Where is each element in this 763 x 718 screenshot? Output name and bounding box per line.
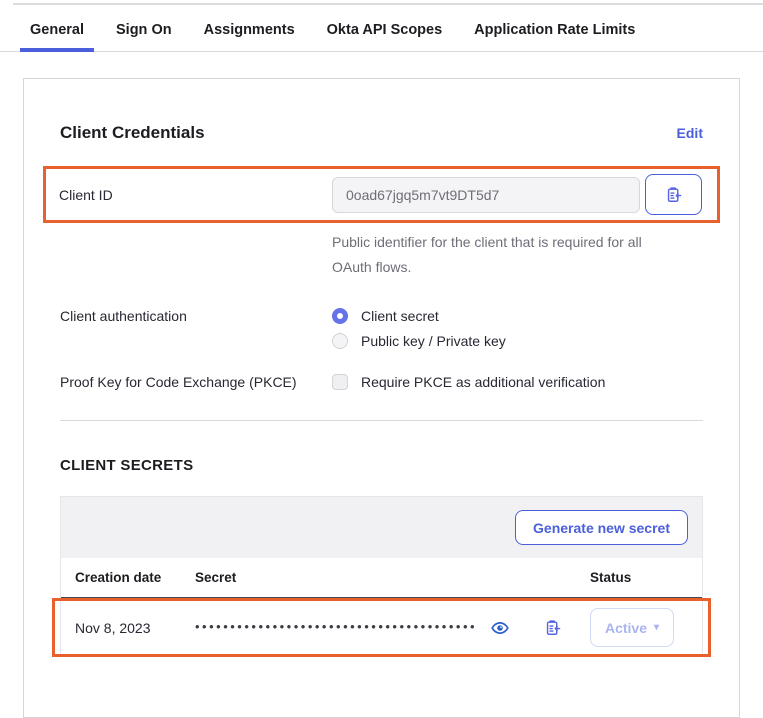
highlight-box-secret-row: Nov 8, 2023 ••••••••••••••••••••••••••••… (52, 598, 711, 657)
tab-general[interactable]: General (20, 9, 94, 52)
client-secrets-title: CLIENT SECRETS (60, 457, 703, 474)
client-authentication-label: Client authentication (60, 308, 332, 324)
status-dropdown-button[interactable]: Active ▾ (590, 608, 674, 647)
client-id-help-text: Public identifier for the client that is… (332, 230, 662, 279)
col-header-status: Status (590, 570, 688, 585)
clipboard-copy-icon (665, 186, 682, 203)
client-secrets-table: Generate new secret Creation date Secret… (60, 496, 703, 657)
tab-sign-on[interactable]: Sign On (106, 9, 182, 52)
checkbox-unchecked-icon[interactable] (332, 374, 348, 390)
client-id-help-row: Public identifier for the client that is… (60, 223, 703, 279)
col-header-secret: Secret (195, 570, 542, 585)
pkce-option-label: Require PKCE as additional verification (361, 374, 605, 390)
client-id-input[interactable] (332, 177, 640, 213)
radio-label: Public key / Private key (361, 333, 506, 349)
pkce-label: Proof Key for Code Exchange (PKCE) (60, 374, 332, 390)
tab-okta-api-scopes[interactable]: Okta API Scopes (317, 9, 453, 52)
eye-icon (491, 619, 509, 637)
clipboard-copy-icon (544, 619, 561, 636)
copy-secret-button[interactable] (542, 617, 590, 638)
pkce-checkbox-option[interactable]: Require PKCE as additional verification (332, 374, 703, 390)
masked-secret-value: •••••••••••••••••••••••••••••••••••••••• (195, 619, 477, 634)
radio-option-public-private-key[interactable]: Public key / Private key (332, 333, 703, 349)
top-divider (13, 3, 763, 5)
pkce-row: Proof Key for Code Exchange (PKCE) Requi… (60, 374, 703, 390)
section-divider (60, 420, 703, 421)
copy-client-id-button[interactable] (645, 174, 702, 215)
generate-new-secret-button[interactable]: Generate new secret (515, 510, 688, 545)
col-header-creation-date: Creation date (75, 570, 195, 585)
radio-selected-icon[interactable] (332, 308, 348, 324)
table-toolbar: Generate new secret (61, 497, 702, 558)
tab-application-rate-limits[interactable]: Application Rate Limits (464, 9, 645, 52)
client-id-field-group (332, 174, 704, 215)
table-header-row: Creation date Secret Status (61, 558, 702, 598)
client-authentication-row: Client authentication Client secret Publ… (60, 308, 703, 349)
client-credentials-title: Client Credentials (60, 123, 205, 143)
app-tabbar: General Sign On Assignments Okta API Sco… (0, 9, 763, 52)
highlight-box-client-id: Client ID (43, 166, 720, 223)
settings-card: Client Credentials Edit Client ID Public… (23, 78, 740, 718)
client-credentials-header: Client Credentials Edit (60, 123, 703, 143)
reveal-secret-button[interactable] (489, 617, 511, 639)
secret-value-cell: •••••••••••••••••••••••••••••••••••••••• (195, 617, 542, 639)
edit-link[interactable]: Edit (677, 125, 703, 141)
chevron-down-icon: ▾ (654, 622, 659, 633)
tab-assignments[interactable]: Assignments (194, 9, 305, 52)
radio-unselected-icon[interactable] (332, 333, 348, 349)
secret-creation-date: Nov 8, 2023 (75, 620, 195, 636)
client-id-label: Client ID (59, 187, 332, 203)
status-label: Active (605, 620, 647, 636)
table-row: Nov 8, 2023 ••••••••••••••••••••••••••••… (75, 608, 688, 647)
radio-option-client-secret[interactable]: Client secret (332, 308, 703, 324)
radio-label: Client secret (361, 308, 439, 324)
